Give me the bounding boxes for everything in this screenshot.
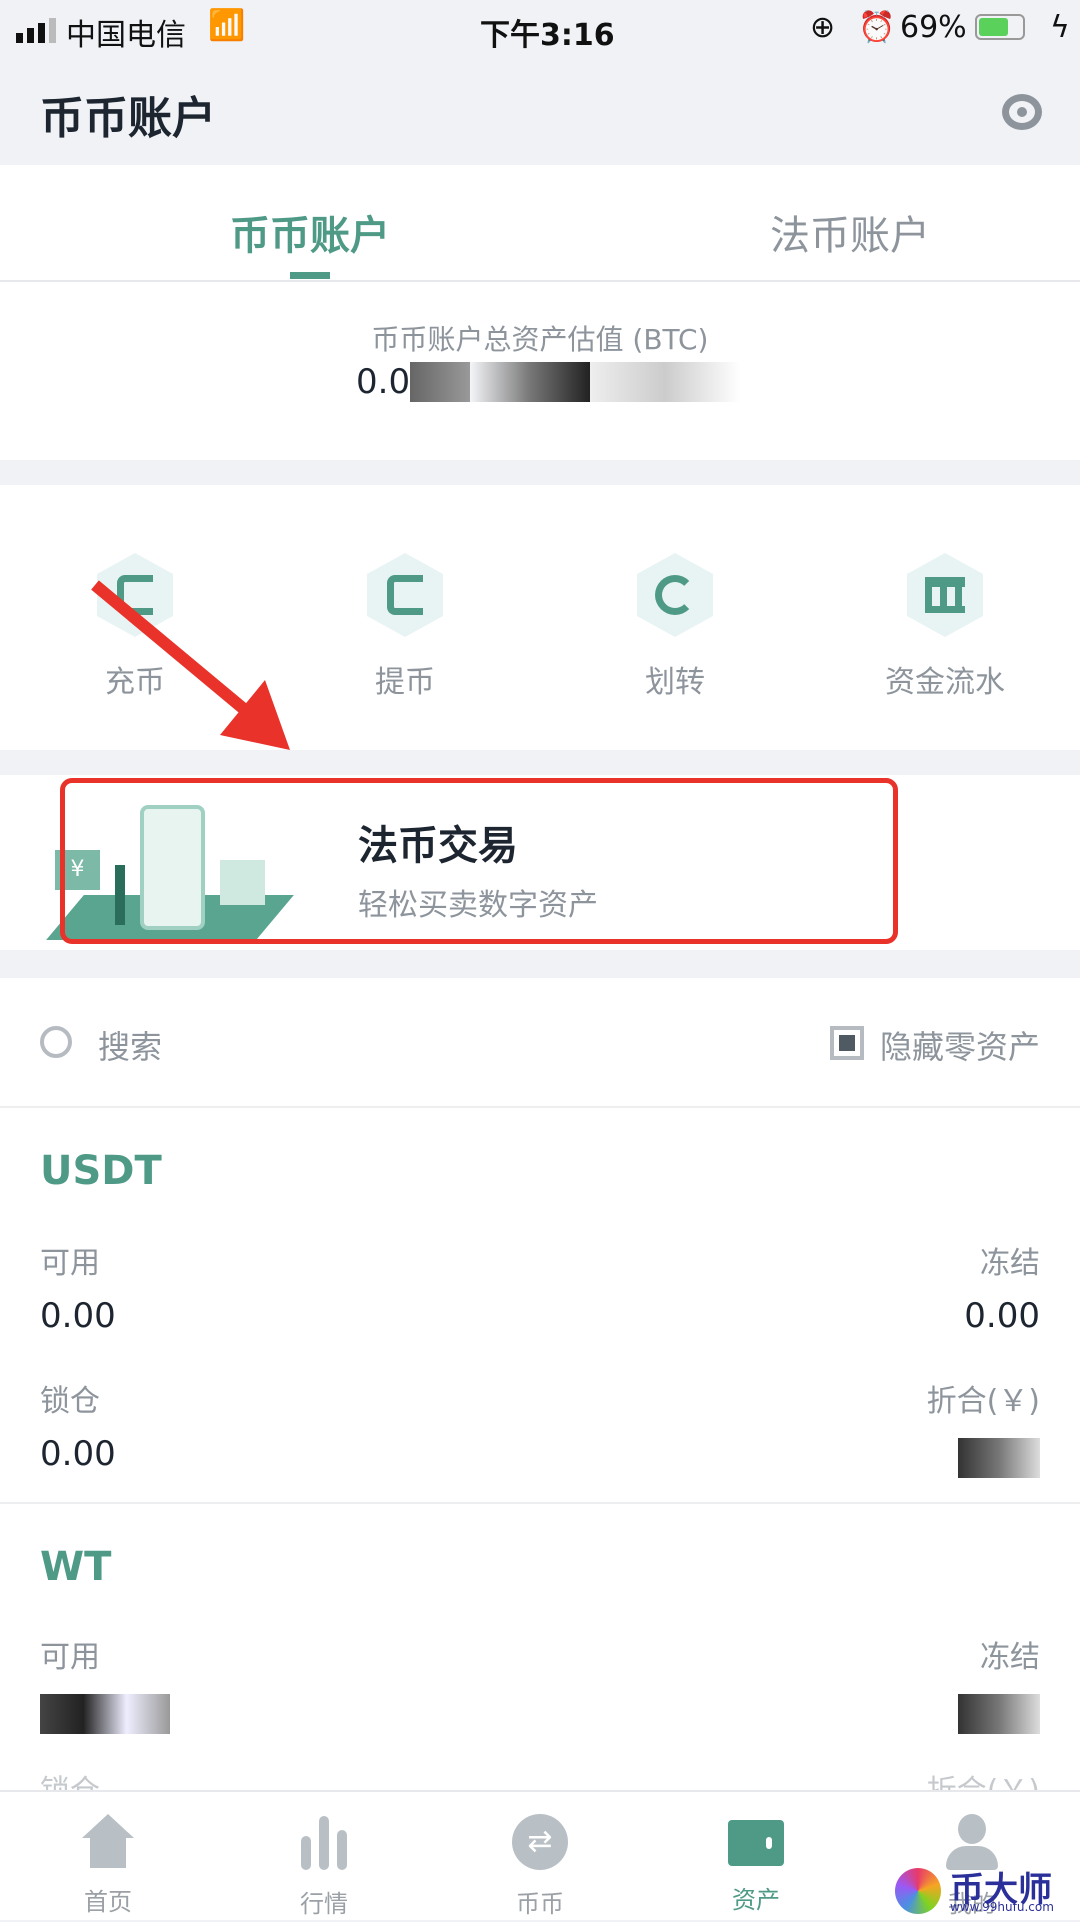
asset-card-usdt[interactable]: USDT 可用 冻结 0.00 0.00 锁仓 折合(￥) 0.00 [0,1108,1080,1504]
masked-value [958,1694,1040,1734]
wallet-icon [728,1820,784,1866]
rotation-lock-icon: ⊕ [810,10,836,45]
watermark-logo: 币大师 www.99hufu.com [895,1868,1080,1920]
masked-value [958,1438,1040,1478]
tab-spot-account[interactable]: 币币账户 [160,203,460,261]
charging-icon: ϟ [1050,10,1070,45]
transfer-icon [637,553,713,637]
tab-fiat-account[interactable]: 法币账户 [700,203,1000,261]
battery-percent: 69% [900,10,967,45]
masked-value [590,362,741,402]
search-icon [40,1026,72,1058]
asset-name: USDT [40,1148,162,1194]
eye-icon[interactable] [1002,94,1042,130]
locked-label: 锁仓 [40,1384,100,1419]
masked-value [410,362,471,402]
hide-zero-checkbox[interactable] [830,1026,864,1060]
asset-summary: 币币账户总资产估值 (BTC) 0.0 [0,282,1080,460]
locked-value: 0.00 [40,1434,116,1474]
asset-card-wt[interactable]: WT 可用 冻结 锁仓 折合(￥) [0,1504,1080,1809]
available-label: 可用 [40,1246,100,1281]
home-icon [82,1814,134,1838]
nav-label: 首页 [84,1888,132,1916]
hide-zero-label: 隐藏零资产 [880,1028,1041,1066]
signal-icon [16,18,56,43]
page-title: 币币账户 [40,93,216,144]
asset-name: WT [40,1544,112,1590]
total-asset-value: 0.0 [356,362,741,402]
total-asset-label: 币币账户总资产估值 (BTC) [371,323,709,356]
status-bar: 中国电信 📶 下午3:16 ⊕ ⏰ 69% ϟ [0,0,1080,60]
action-label: 资金流水 [885,665,1005,700]
battery-icon [975,14,1025,40]
nav-assets[interactable]: 资产 [648,1792,864,1922]
frozen-label: 冻结 [980,1640,1040,1675]
annotation-arrow [91,580,290,750]
carrier: 中国电信 [66,18,186,53]
fiat-trade-banner[interactable]: ¥ 法币交易 轻松买卖数字资产 [0,775,1080,950]
withdraw-icon [367,553,443,637]
wifi-icon: 📶 [208,8,246,43]
watermark-url: www.99hufu.com [950,1900,1054,1914]
cny-label: 折合(￥) [926,1384,1040,1419]
annotation-highlight-box [60,778,898,944]
search-input[interactable]: 搜索 [98,1022,162,1068]
action-label: 提币 [375,665,435,700]
bank-icon [907,553,983,637]
nav-exchange[interactable]: ⇄ 币币 [432,1792,648,1922]
frozen-value: 0.00 [964,1296,1040,1336]
chart-icon [296,1814,352,1870]
action-withdraw[interactable]: 提币 [270,553,540,701]
alarm-icon: ⏰ [858,10,896,45]
nav-label: 行情 [300,1890,348,1918]
action-label: 划转 [645,665,705,700]
masked-value [40,1694,170,1734]
active-tab-indicator [290,272,330,279]
nav-market[interactable]: 行情 [216,1792,432,1922]
nav-home[interactable]: 首页 [0,1792,216,1922]
account-tabs: 币币账户 法币账户 [0,165,1080,282]
available-label: 可用 [40,1640,100,1675]
nav-label: 币币 [516,1890,564,1918]
masked-value [470,362,591,402]
asset-filter-row: 搜索 隐藏零资产 [0,978,1080,1108]
available-value: 0.00 [40,1296,116,1336]
frozen-label: 冻结 [980,1246,1040,1281]
app-header: 币币账户 [0,60,1080,165]
clock: 下午3:16 [480,18,615,53]
asset-value-text: 0.0 [356,362,411,402]
nav-label: 资产 [732,1886,780,1914]
exchange-icon: ⇄ [512,1814,568,1870]
action-transfer[interactable]: 划转 [540,553,810,701]
action-fund-flow[interactable]: 资金流水 [810,553,1080,701]
